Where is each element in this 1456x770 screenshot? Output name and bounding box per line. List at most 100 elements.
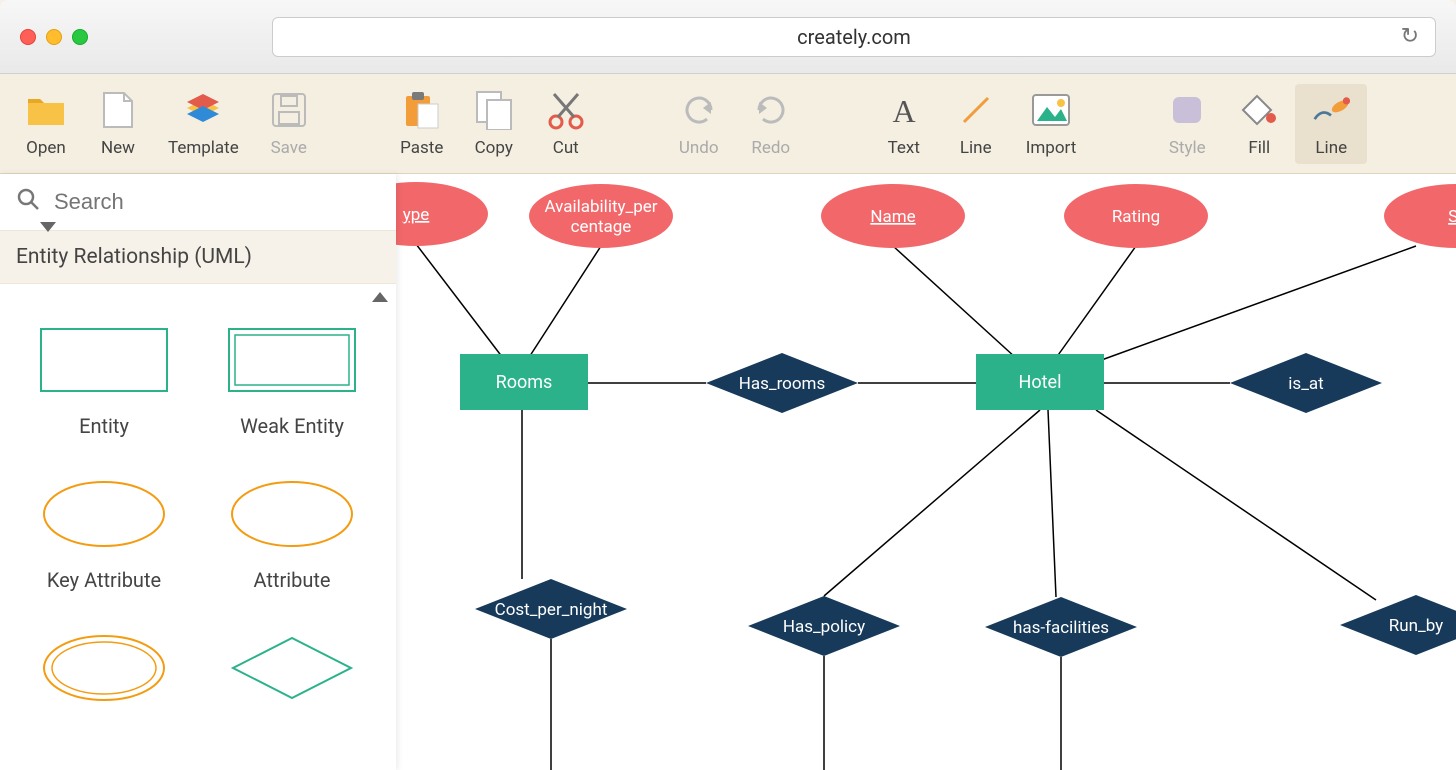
attribute-availability[interactable]: Availability_percentage: [529, 184, 673, 248]
attribute-name[interactable]: Name: [821, 184, 965, 248]
cut-button[interactable]: Cut: [530, 84, 602, 164]
shape-key-attribute[interactable]: Key Attribute: [10, 478, 198, 592]
shape-label: Entity: [79, 414, 129, 438]
diagram-edge[interactable]: [1096, 246, 1416, 362]
toolbar-divider: [355, 89, 356, 159]
attribute-rating[interactable]: Rating: [1064, 184, 1208, 248]
diagram-edge[interactable]: [824, 410, 1040, 596]
reload-icon[interactable]: ↻: [1401, 24, 1419, 49]
save-label: Save: [271, 138, 307, 158]
svg-text:St: St: [1448, 207, 1456, 227]
shape-entity[interactable]: Entity: [10, 324, 198, 438]
shape-palette-sidebar: Entity Relationship (UML) Entity Weak En…: [0, 174, 396, 770]
diagram-edge[interactable]: [1048, 410, 1056, 597]
toolbar: Open New Template Save Paste: [0, 74, 1456, 174]
search-input[interactable]: [54, 189, 380, 215]
toolbar-divider: [1120, 89, 1121, 159]
cut-icon: [546, 90, 586, 130]
maximize-window-icon[interactable]: [72, 29, 88, 45]
line-icon: [956, 90, 996, 130]
svg-text:Hotel: Hotel: [1019, 372, 1062, 393]
line-tool-button[interactable]: Line: [940, 84, 1012, 164]
diagram-edge[interactable]: [1096, 410, 1376, 600]
cut-label: Cut: [553, 138, 579, 158]
svg-text:Rooms: Rooms: [496, 372, 553, 393]
palette-header[interactable]: Entity Relationship (UML): [0, 230, 396, 284]
copy-icon: [474, 90, 514, 130]
text-label: Text: [888, 138, 920, 158]
diagram-edge[interactable]: [526, 246, 601, 362]
search-icon[interactable]: [16, 187, 40, 218]
open-label: Open: [26, 138, 66, 158]
svg-text:A: A: [892, 93, 915, 128]
open-button[interactable]: Open: [10, 84, 82, 164]
style-button[interactable]: Style: [1151, 84, 1223, 164]
copy-button[interactable]: Copy: [458, 84, 530, 164]
redo-label: Redo: [751, 138, 790, 158]
address-bar[interactable]: creately.com ↻: [272, 17, 1436, 57]
undo-button[interactable]: Undo: [663, 84, 735, 164]
save-button[interactable]: Save: [253, 84, 325, 164]
relationship-has_policy[interactable]: Has_policy: [748, 596, 900, 656]
text-icon: A: [884, 90, 924, 130]
diagram-canvas[interactable]: ype Availability_percentage Name Rating St Ro…: [396, 174, 1456, 770]
attribute-type[interactable]: ype: [396, 182, 488, 246]
fill-icon: [1239, 90, 1279, 130]
dropdown-caret-icon[interactable]: [40, 222, 56, 232]
diagram-edge[interactable]: [893, 246, 1016, 358]
entity-rooms[interactable]: Rooms: [460, 354, 588, 410]
paste-button[interactable]: Paste: [386, 84, 458, 164]
relationship-cost_per_night[interactable]: Cost_per_night: [475, 579, 627, 639]
folder-icon: [26, 90, 66, 130]
fill-label: Fill: [1248, 138, 1270, 158]
svg-text:Availability_per: Availability_per: [544, 197, 657, 217]
style-label: Style: [1169, 138, 1206, 158]
svg-text:Has_rooms: Has_rooms: [739, 374, 826, 394]
browser-chrome: creately.com ↻: [0, 0, 1456, 74]
new-file-icon: [98, 90, 138, 130]
er-diagram[interactable]: ype Availability_percentage Name Rating St Ro…: [396, 174, 1456, 770]
shape-label: Attribute: [253, 568, 330, 592]
shape-attribute[interactable]: Attribute: [198, 478, 386, 592]
diagram-edge[interactable]: [1056, 246, 1136, 358]
address-url: creately.com: [797, 25, 911, 49]
entity-hotel[interactable]: Hotel: [976, 354, 1104, 410]
relationship-is_at[interactable]: is_at: [1230, 353, 1382, 413]
new-button[interactable]: New: [82, 84, 154, 164]
shape-derived-attribute[interactable]: [10, 632, 198, 704]
relationship-has_facilities[interactable]: has-facilities: [985, 597, 1137, 657]
shape-relationship[interactable]: [198, 632, 386, 704]
diagram-edge[interactable]: [416, 244, 506, 362]
palette-body: Entity Weak Entity Key Attribute Attribu…: [0, 284, 396, 770]
minimize-window-icon[interactable]: [46, 29, 62, 45]
svg-text:Run_by: Run_by: [1389, 616, 1443, 636]
svg-text:Name: Name: [870, 207, 915, 227]
template-icon: [183, 90, 223, 130]
style-icon: [1167, 90, 1207, 130]
svg-text:is_at: is_at: [1288, 374, 1323, 394]
template-label: Template: [168, 138, 239, 158]
shape-label: Key Attribute: [47, 568, 161, 592]
relationship-has_rooms[interactable]: Has_rooms: [706, 353, 858, 413]
shape-weak-entity[interactable]: Weak Entity: [198, 324, 386, 438]
svg-text:Cost_per_night: Cost_per_night: [495, 600, 608, 620]
template-button[interactable]: Template: [154, 84, 253, 164]
redo-button[interactable]: Redo: [735, 84, 807, 164]
import-button[interactable]: Import: [1012, 84, 1091, 164]
line-style-button[interactable]: Line: [1295, 84, 1367, 164]
search-row: [0, 174, 396, 230]
svg-text:has-facilities: has-facilities: [1013, 618, 1109, 638]
line-tool-label: Line: [960, 138, 992, 158]
new-label: New: [101, 138, 135, 158]
scroll-up-icon[interactable]: [372, 292, 388, 302]
toolbar-divider: [837, 89, 838, 159]
undo-label: Undo: [679, 138, 719, 158]
paste-label: Paste: [400, 138, 443, 158]
line-style-icon: [1311, 90, 1351, 130]
attribute-st[interactable]: St: [1384, 184, 1456, 248]
redo-icon: [751, 90, 791, 130]
close-window-icon[interactable]: [20, 29, 36, 45]
relationship-run_by[interactable]: Run_by: [1340, 595, 1456, 655]
text-button[interactable]: A Text: [868, 84, 940, 164]
fill-button[interactable]: Fill: [1223, 84, 1295, 164]
